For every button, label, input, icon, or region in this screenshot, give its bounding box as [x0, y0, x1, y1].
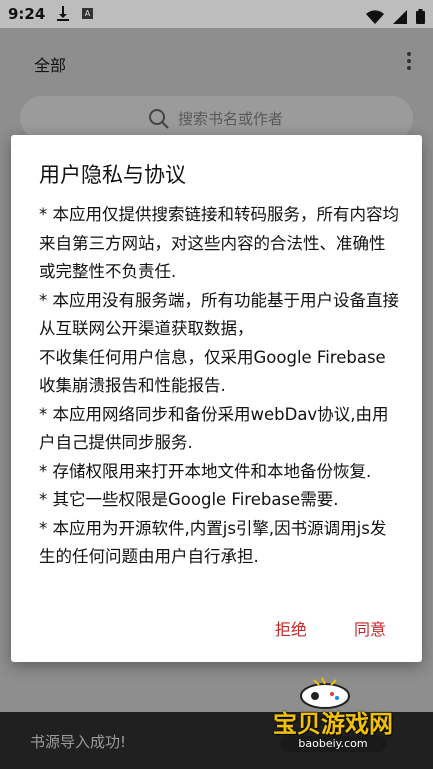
dialog-paragraph: * 本应用为开源软件,内置js引擎,因书源调用js发生的任何问题由用户自行承担.: [39, 518, 387, 567]
signal-icon: [392, 9, 407, 24]
accept-button[interactable]: 同意: [354, 616, 386, 640]
dialog-paragraph: * 存储权限用来打开本地文件和本地备份恢复.: [39, 461, 372, 481]
reject-button[interactable]: 拒绝: [275, 616, 307, 640]
dialog-paragraph: 不收集任何用户信息，仅采用Google Firebase收集崩溃报告和性能报告.: [39, 347, 386, 396]
privacy-dialog: 用户隐私与协议 * 本应用仅提供搜索链接和转码服务，所有内容均来自第三方网站，对…: [11, 135, 422, 662]
status-time: 9:24: [8, 5, 46, 23]
dialog-paragraph: * 本应用网络同步和备份采用webDav协议,由用户自己提供同步服务.: [39, 404, 389, 453]
app-bar-title[interactable]: 全部: [34, 52, 66, 76]
status-bar: 9:24 A: [0, 0, 433, 28]
search-icon: [149, 109, 169, 129]
dialog-paragraph: * 本应用仅提供搜索链接和转码服务，所有内容均来自第三方网站，对这些内容的合法性…: [39, 205, 399, 281]
status-icons: [362, 6, 425, 25]
download-icon: [56, 5, 70, 25]
dialog-paragraph: * 其它一些权限是Google Firebase需要.: [39, 490, 339, 509]
toast-message: 书源导入成功!: [30, 733, 127, 751]
more-vert-icon[interactable]: [407, 52, 411, 73]
dialog-body: * 本应用仅提供搜索链接和转码服务，所有内容均来自第三方网站，对这些内容的合法性…: [39, 201, 399, 572]
wifi-icon: [365, 9, 384, 24]
app-bar: 全部: [0, 28, 433, 96]
watermark-brand: 宝贝游戏网: [273, 710, 393, 738]
dialog-title: 用户隐私与协议: [39, 163, 186, 187]
watermark: 宝贝游戏网 baobeiy.com: [258, 676, 408, 756]
search-bar[interactable]: 搜索书名或作者: [20, 96, 413, 140]
battery-icon: [416, 9, 425, 24]
watermark-url: baobeiy.com: [280, 736, 386, 752]
dialog-actions: 拒绝 同意: [233, 616, 386, 640]
a-badge-icon: A: [82, 8, 93, 19]
dialog-paragraph: * 本应用没有服务端，所有功能基于用户设备直接从互联网公开渠道获取数据，: [39, 290, 399, 339]
search-placeholder: 搜索书名或作者: [178, 110, 284, 128]
